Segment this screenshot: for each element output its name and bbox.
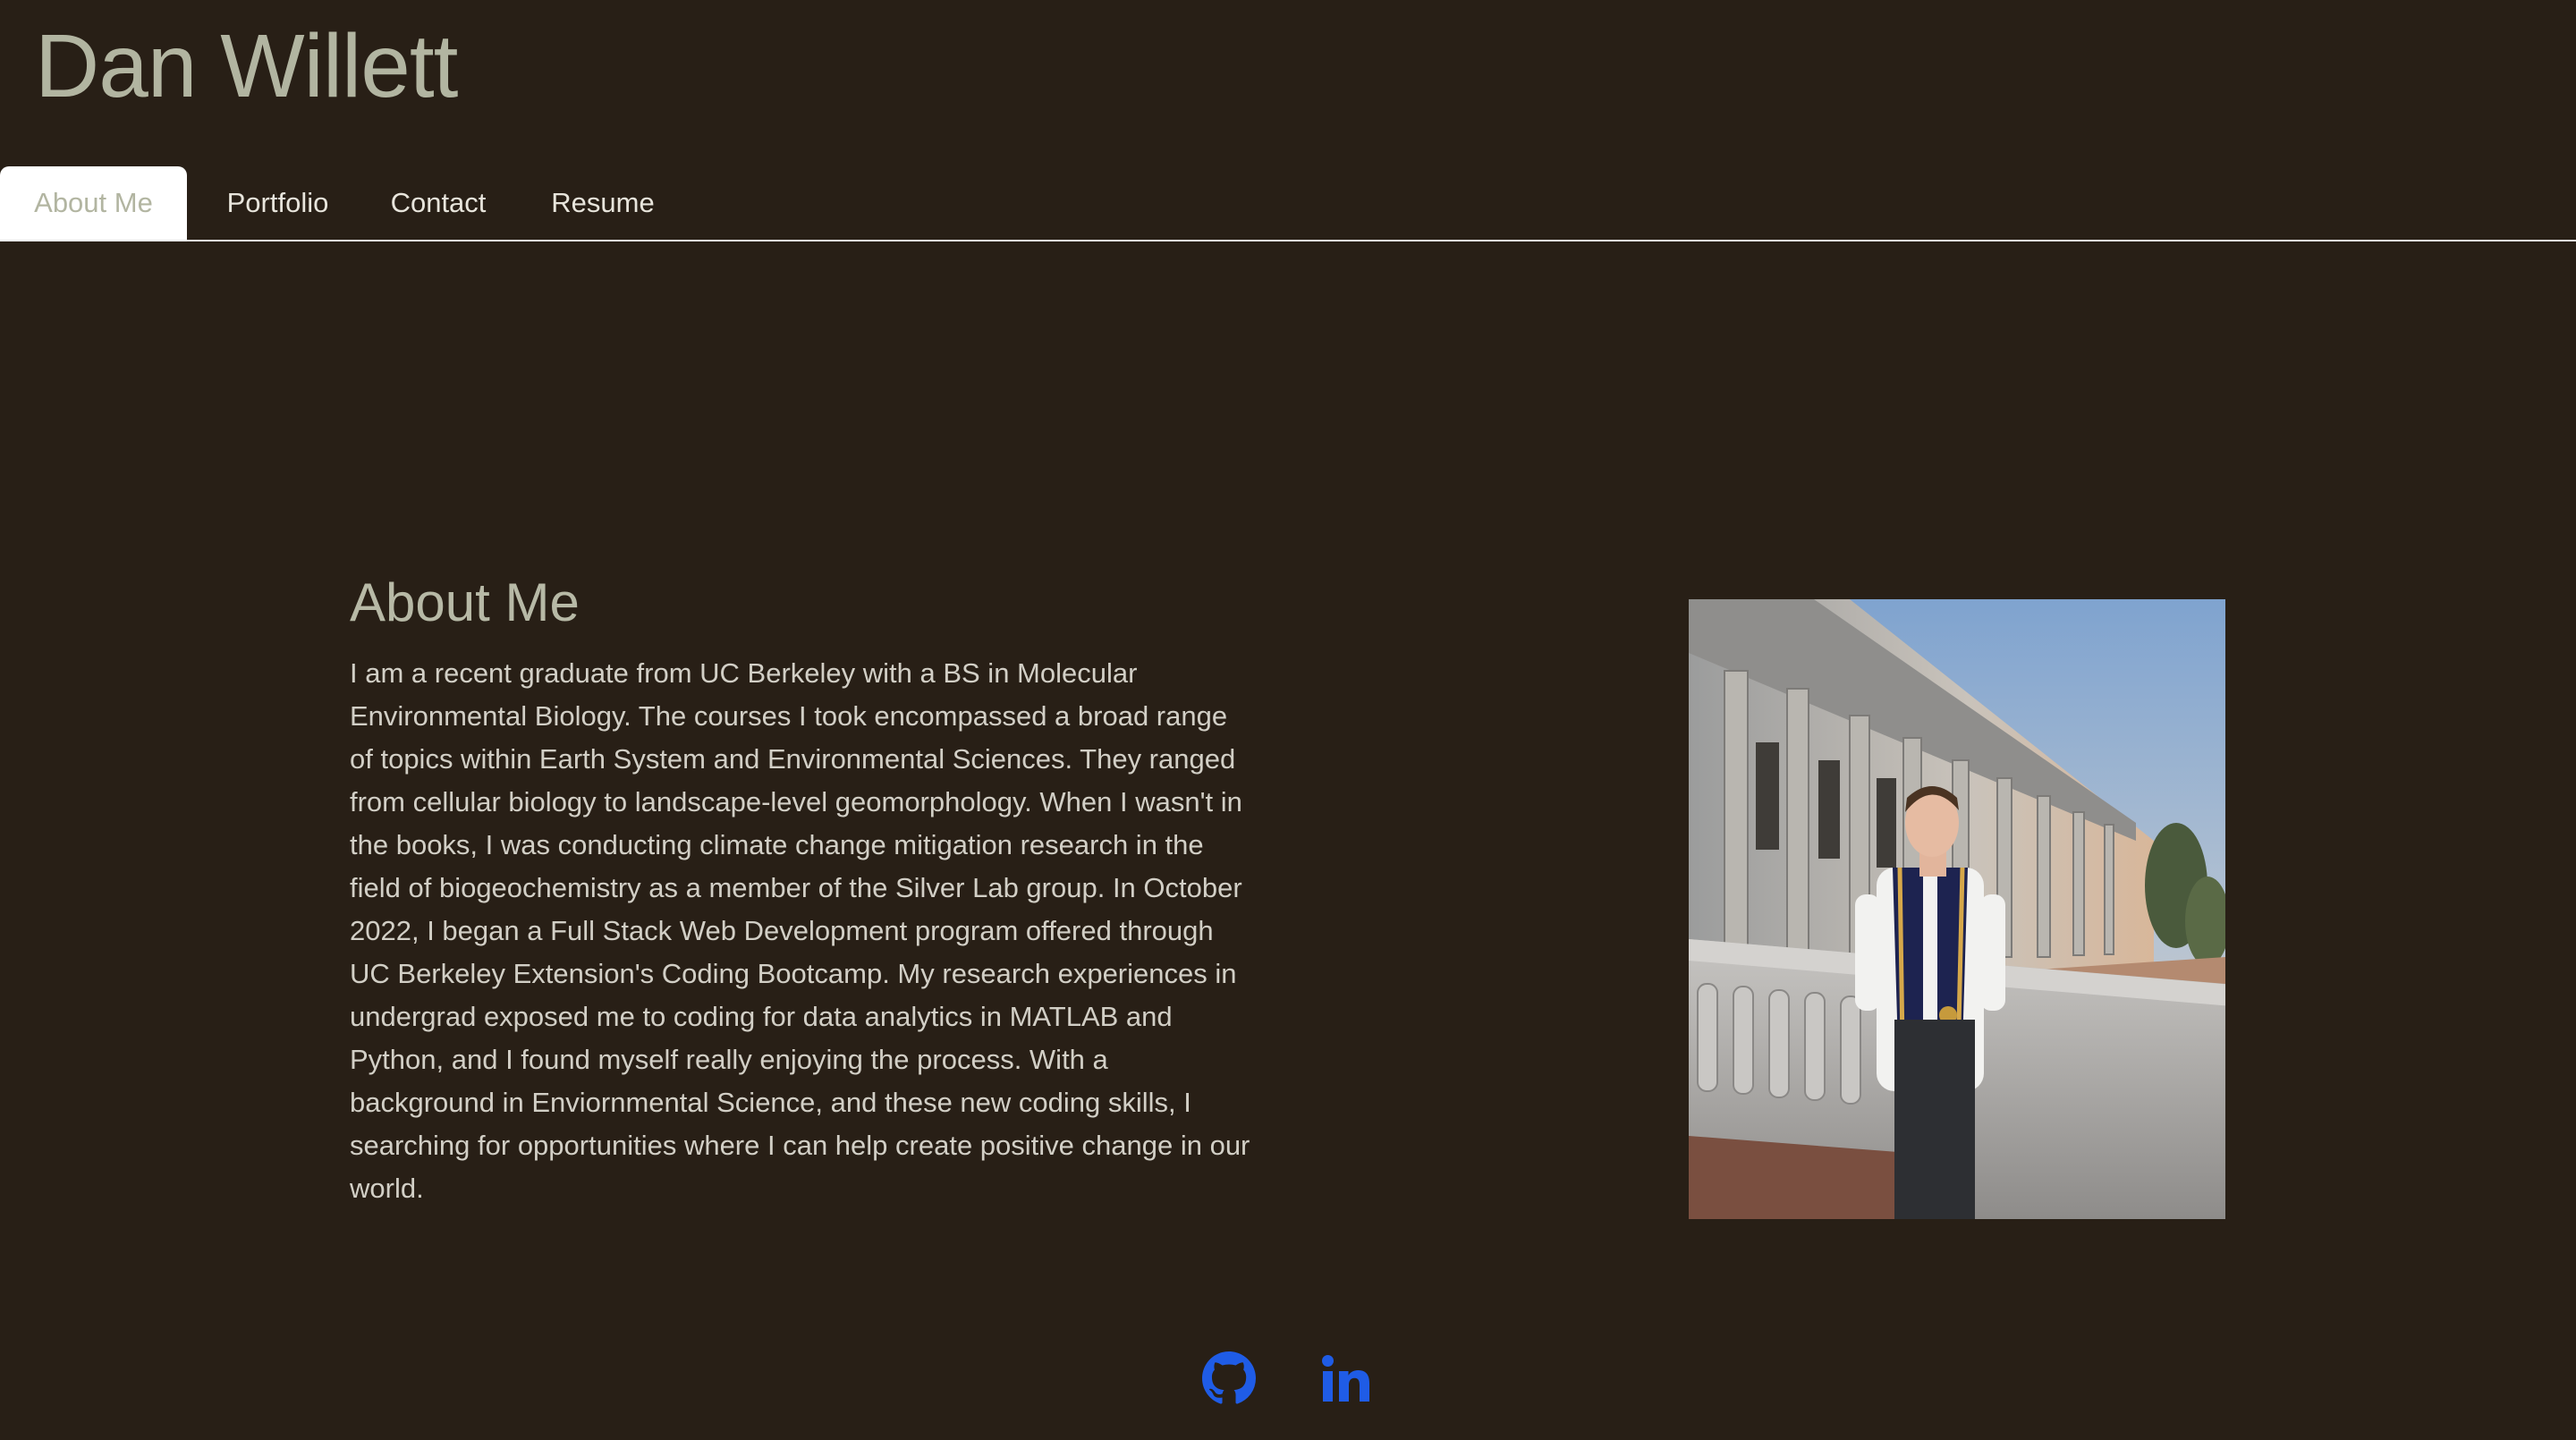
tab-about-me[interactable]: About Me (0, 166, 187, 240)
profile-photo (1689, 599, 2225, 1219)
site-title: Dan Willett (35, 16, 458, 116)
linkedin-icon[interactable] (1319, 1351, 1373, 1405)
about-heading: About Me (350, 572, 580, 632)
nav-tabs: About Me Portfolio Contact Resume (0, 166, 2576, 241)
about-text: I am a recent graduate from UC Berkeley … (350, 657, 1250, 1204)
page: Dan Willett About Me Portfolio Contact R… (0, 0, 2576, 1440)
tab-contact[interactable]: Contact (369, 166, 508, 240)
tab-resume[interactable]: Resume (508, 166, 698, 240)
github-icon[interactable] (1202, 1351, 1256, 1405)
tab-portfolio[interactable]: Portfolio (187, 166, 369, 240)
